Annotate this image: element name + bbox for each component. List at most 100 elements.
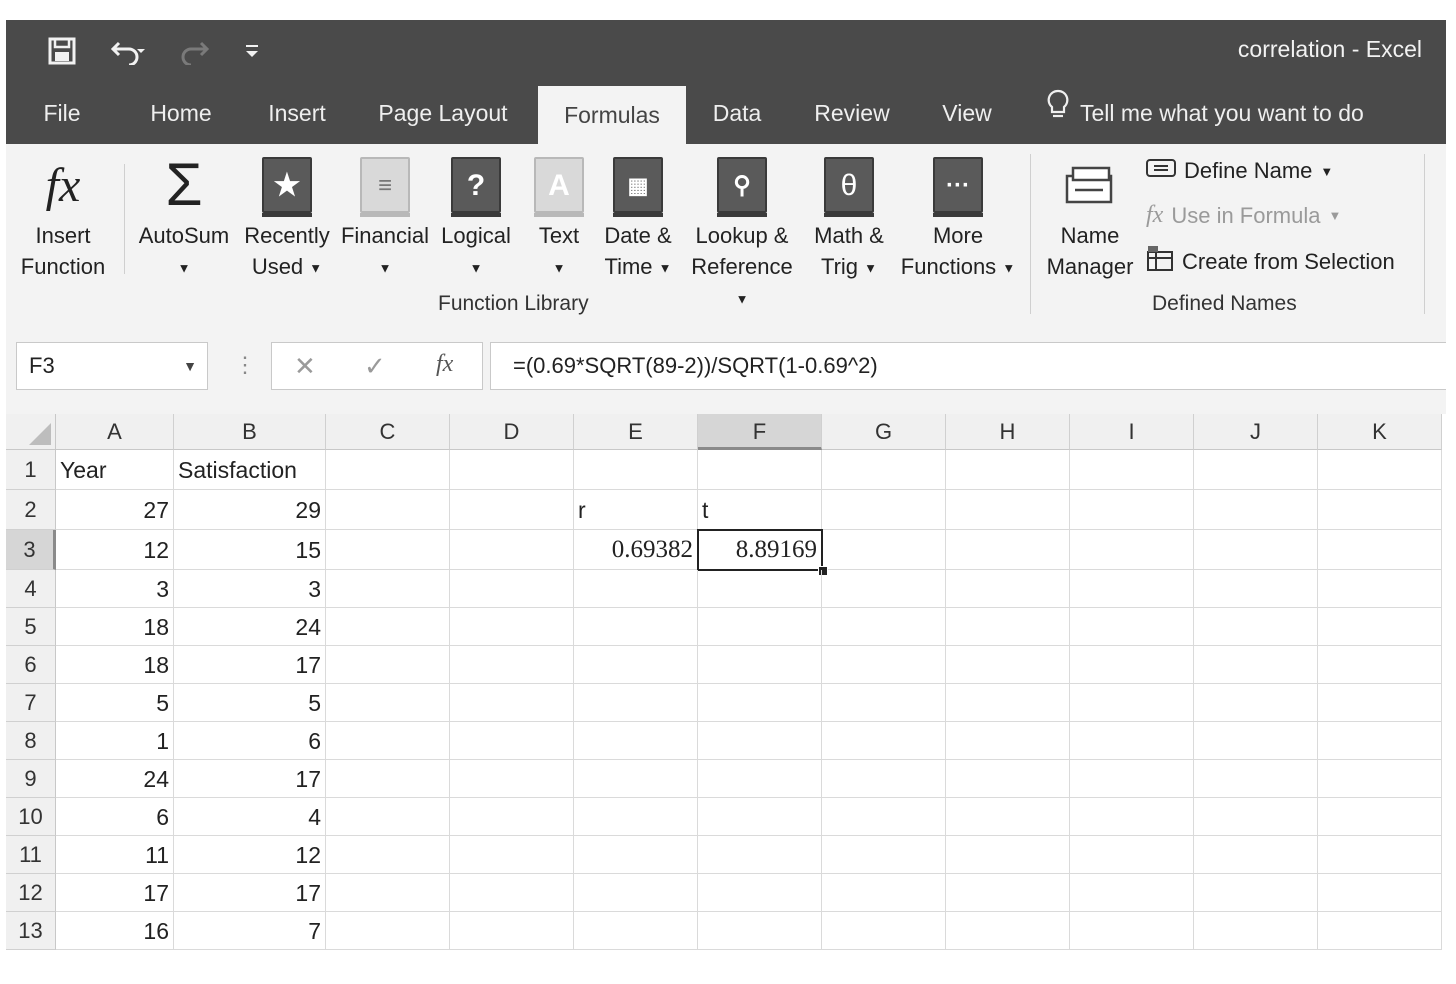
cell-e1[interactable] bbox=[574, 450, 698, 490]
cell-d11[interactable] bbox=[450, 836, 574, 874]
cell-i10[interactable] bbox=[1070, 798, 1194, 836]
row-header-7[interactable]: 7 bbox=[6, 684, 56, 722]
cell-i11[interactable] bbox=[1070, 836, 1194, 874]
cell-j9[interactable] bbox=[1194, 760, 1318, 798]
column-header-i[interactable]: I bbox=[1070, 414, 1194, 450]
cell-g9[interactable] bbox=[822, 760, 946, 798]
tab-home[interactable]: Home bbox=[138, 82, 224, 144]
column-header-g[interactable]: G bbox=[822, 414, 946, 450]
cell-h5[interactable] bbox=[946, 608, 1070, 646]
column-header-a[interactable]: A bbox=[56, 414, 174, 450]
math-trig-button[interactable]: θ Math & Trig ▼ bbox=[806, 154, 892, 284]
financial-button[interactable]: ≡ Financial ▼ bbox=[338, 154, 432, 284]
cell-g1[interactable] bbox=[822, 450, 946, 490]
column-header-h[interactable]: H bbox=[946, 414, 1070, 450]
cell-i1[interactable] bbox=[1070, 450, 1194, 490]
cell-k9[interactable] bbox=[1318, 760, 1442, 798]
cell-b11[interactable]: 12 bbox=[174, 836, 326, 874]
cell-i9[interactable] bbox=[1070, 760, 1194, 798]
cell-i3[interactable] bbox=[1070, 530, 1194, 570]
create-from-selection-button[interactable]: Create from Selection bbox=[1146, 246, 1395, 278]
cell-k5[interactable] bbox=[1318, 608, 1442, 646]
cell-j2[interactable] bbox=[1194, 490, 1318, 530]
cell-b7[interactable]: 5 bbox=[174, 684, 326, 722]
cell-b5[interactable]: 24 bbox=[174, 608, 326, 646]
cell-c13[interactable] bbox=[326, 912, 450, 950]
row-header-2[interactable]: 2 bbox=[6, 490, 56, 530]
cell-f5[interactable] bbox=[698, 608, 822, 646]
date-time-button[interactable]: ▦ Date & Time ▼ bbox=[598, 154, 678, 284]
cell-a1[interactable]: Year bbox=[56, 450, 174, 490]
cell-a8[interactable]: 1 bbox=[56, 722, 174, 760]
row-header-1[interactable]: 1 bbox=[6, 450, 56, 490]
row-header-5[interactable]: 5 bbox=[6, 608, 56, 646]
enter-check-icon[interactable]: ✓ bbox=[364, 351, 386, 382]
cell-c5[interactable] bbox=[326, 608, 450, 646]
cell-k12[interactable] bbox=[1318, 874, 1442, 912]
cell-j8[interactable] bbox=[1194, 722, 1318, 760]
cell-c6[interactable] bbox=[326, 646, 450, 684]
tab-review[interactable]: Review bbox=[806, 82, 898, 144]
cell-a3[interactable]: 12 bbox=[56, 530, 174, 570]
cell-k1[interactable] bbox=[1318, 450, 1442, 490]
cell-e13[interactable] bbox=[574, 912, 698, 950]
cell-f11[interactable] bbox=[698, 836, 822, 874]
cell-d4[interactable] bbox=[450, 570, 574, 608]
cell-h4[interactable] bbox=[946, 570, 1070, 608]
cell-i2[interactable] bbox=[1070, 490, 1194, 530]
cell-d3[interactable] bbox=[450, 530, 574, 570]
cell-e5[interactable] bbox=[574, 608, 698, 646]
column-header-f[interactable]: F bbox=[698, 414, 822, 450]
row-header-3[interactable]: 3 bbox=[6, 530, 56, 570]
cell-a13[interactable]: 16 bbox=[56, 912, 174, 950]
cell-f10[interactable] bbox=[698, 798, 822, 836]
column-header-k[interactable]: K bbox=[1318, 414, 1442, 450]
more-functions-button[interactable]: ··· More Functions ▼ bbox=[898, 154, 1018, 284]
tab-view[interactable]: View bbox=[934, 82, 1000, 144]
cell-i8[interactable] bbox=[1070, 722, 1194, 760]
cell-f1[interactable] bbox=[698, 450, 822, 490]
row-header-11[interactable]: 11 bbox=[6, 836, 56, 874]
cell-f13[interactable] bbox=[698, 912, 822, 950]
recently-used-button[interactable]: ★ Recently Used ▼ bbox=[240, 154, 334, 284]
cell-k13[interactable] bbox=[1318, 912, 1442, 950]
cell-d6[interactable] bbox=[450, 646, 574, 684]
cell-e7[interactable] bbox=[574, 684, 698, 722]
cell-f2[interactable]: t bbox=[698, 490, 822, 530]
select-all-button[interactable] bbox=[6, 414, 56, 450]
tab-insert[interactable]: Insert bbox=[260, 82, 334, 144]
cell-d13[interactable] bbox=[450, 912, 574, 950]
cell-e10[interactable] bbox=[574, 798, 698, 836]
cell-h6[interactable] bbox=[946, 646, 1070, 684]
cell-h2[interactable] bbox=[946, 490, 1070, 530]
cell-a7[interactable]: 5 bbox=[56, 684, 174, 722]
cell-k6[interactable] bbox=[1318, 646, 1442, 684]
cell-a6[interactable]: 18 bbox=[56, 646, 174, 684]
cell-h11[interactable] bbox=[946, 836, 1070, 874]
cell-a9[interactable]: 24 bbox=[56, 760, 174, 798]
cell-h3[interactable] bbox=[946, 530, 1070, 570]
cell-d5[interactable] bbox=[450, 608, 574, 646]
tab-page-layout[interactable]: Page Layout bbox=[372, 82, 514, 144]
cell-b12[interactable]: 17 bbox=[174, 874, 326, 912]
cell-b13[interactable]: 7 bbox=[174, 912, 326, 950]
row-header-9[interactable]: 9 bbox=[6, 760, 56, 798]
cell-c3[interactable] bbox=[326, 530, 450, 570]
cell-d1[interactable] bbox=[450, 450, 574, 490]
cell-b8[interactable]: 6 bbox=[174, 722, 326, 760]
cell-c12[interactable] bbox=[326, 874, 450, 912]
resize-handle-icon[interactable]: ⋮ bbox=[234, 352, 256, 378]
cell-k2[interactable] bbox=[1318, 490, 1442, 530]
save-icon[interactable] bbox=[44, 36, 80, 66]
cell-e4[interactable] bbox=[574, 570, 698, 608]
cell-j4[interactable] bbox=[1194, 570, 1318, 608]
cell-b2[interactable]: 29 bbox=[174, 490, 326, 530]
tab-formulas[interactable]: Formulas bbox=[538, 86, 686, 144]
row-header-4[interactable]: 4 bbox=[6, 570, 56, 608]
cell-a2[interactable]: 27 bbox=[56, 490, 174, 530]
cell-h7[interactable] bbox=[946, 684, 1070, 722]
cell-f7[interactable] bbox=[698, 684, 822, 722]
cell-i4[interactable] bbox=[1070, 570, 1194, 608]
cell-d9[interactable] bbox=[450, 760, 574, 798]
row-header-12[interactable]: 12 bbox=[6, 874, 56, 912]
